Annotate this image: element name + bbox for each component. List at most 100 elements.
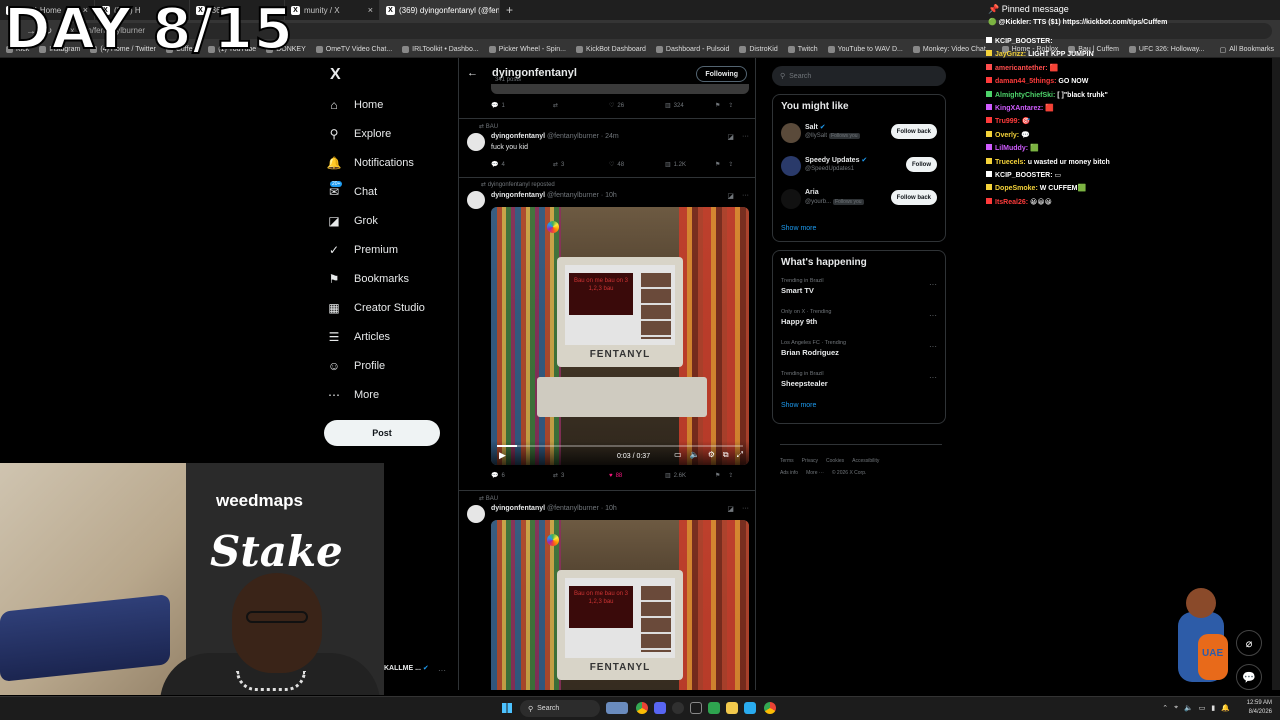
bookmark-item[interactable]: Twitch — [787, 46, 818, 53]
share-icon[interactable]: ⇪ — [728, 161, 733, 168]
follow-suggestion[interactable]: Speedy Updates ✔ @SpeedUpdates1 Follow — [773, 151, 945, 184]
avatar[interactable] — [467, 133, 485, 151]
x-logo-icon[interactable]: X — [330, 66, 341, 84]
footer-link[interactable]: © 2026 X Corp. — [832, 470, 867, 476]
footer-link[interactable]: Terms — [780, 458, 794, 464]
browser-tab[interactable]: Xmunity / X × — [285, 0, 380, 20]
browser-tab[interactable]: X(369) dyingonfentanyl (@fenta× — [380, 0, 500, 20]
fullscreen-icon[interactable]: ⤢ — [737, 450, 743, 460]
bookmark-item[interactable]: OmeTV Video Chat... — [315, 46, 392, 53]
discord-icon[interactable] — [654, 702, 666, 714]
captions-icon[interactable]: ▭ — [674, 450, 682, 460]
tweet-author[interactable]: dyingonfentanyl @fentanylburner · 10h — [491, 505, 617, 512]
post-button[interactable]: Post — [324, 420, 440, 446]
nav-item-chat[interactable]: ✉ 20+ Chat — [326, 177, 466, 206]
video-player[interactable]: Bau on me bau on 3 1,2,3 bau FENTANYL ▶ … — [491, 207, 749, 465]
views-count[interactable]: ▥ 1.2K — [665, 161, 715, 169]
bookmark-icon[interactable]: ⚑ — [715, 102, 720, 109]
settings-icon[interactable]: ⚙ — [708, 450, 715, 460]
follow-button[interactable]: Follow — [906, 157, 937, 172]
following-button[interactable]: Following — [696, 66, 747, 82]
bookmark-item[interactable]: Dashboard - Pulsoid — [655, 46, 729, 53]
like-button[interactable]: ♥ 88 — [609, 473, 665, 479]
bookmark-item[interactable]: Picker Wheel - Spin... — [488, 46, 566, 53]
nav-item-profile[interactable]: ☺ Profile — [326, 352, 466, 381]
telegram-icon[interactable] — [744, 702, 756, 714]
bookmark-item[interactable]: KickBot Dashboard — [576, 46, 646, 53]
tweet[interactable]: ⇄ BAU dyingonfentanyl @fentanylburner · … — [459, 490, 755, 690]
grok-icon[interactable]: ⌀ — [1236, 630, 1262, 656]
system-tray[interactable]: ⌃ ⌖ 🔈 ▭ ▮ 🔔 — [1162, 704, 1230, 712]
chat-username[interactable]: JayGrizz: — [995, 51, 1026, 58]
trend-item[interactable]: Trending in Brazil Smart TV ··· — [773, 274, 945, 305]
nav-item-grok[interactable]: ◪ Grok — [326, 206, 466, 235]
tweet-menu[interactable]: ◪ ··· — [727, 133, 749, 141]
chat-username[interactable]: americantether: — [995, 65, 1048, 72]
tweet-author[interactable]: dyingonfentanyl @fentanylburner · 10h — [491, 192, 617, 199]
chrome-icon[interactable] — [764, 702, 776, 714]
bookmark-item[interactable]: YouTube to WAV D... — [827, 46, 903, 53]
footer-link[interactable]: Privacy — [802, 458, 818, 464]
bookmark-item[interactable]: Monkey: Video Chat... — [912, 46, 992, 53]
bookmark-item[interactable]: IRLToolkit • Dashbo... — [402, 46, 479, 53]
chat-username[interactable]: ItsReal26: — [995, 199, 1028, 206]
nav-item-more[interactable]: ⋯ More — [326, 381, 466, 410]
tweet[interactable]: ⇄ dyingonfentanyl reposted dyingonfentan… — [459, 177, 755, 490]
tweet-author[interactable]: dyingonfentanyl @fentanylburner · 24m — [491, 133, 619, 140]
tweet-menu[interactable]: ◪ ··· — [727, 192, 749, 200]
follow-button[interactable]: Follow back — [890, 190, 937, 205]
reply-button[interactable]: 💬 1 — [491, 102, 553, 110]
follow-button[interactable]: Follow back — [890, 124, 937, 139]
footer-link[interactable]: Accessibility — [852, 458, 879, 464]
avatar[interactable] — [781, 123, 801, 143]
nav-item-home[interactable]: ⌂ Home — [326, 90, 466, 119]
chat-username[interactable]: KCIP_BOOSTER: — [995, 38, 1053, 45]
pip-icon[interactable]: ⧉ — [723, 450, 729, 460]
page-scrollbar[interactable] — [1272, 58, 1280, 690]
previous-post-media[interactable] — [491, 84, 749, 94]
chat-username[interactable]: DopeSmoke: — [995, 185, 1038, 192]
repost-button[interactable]: ⇄ 3 — [553, 472, 609, 480]
more-icon[interactable]: ··· — [438, 666, 446, 675]
chat-username[interactable]: KCIP_BOOSTER: — [995, 172, 1053, 179]
trend-item[interactable]: Only on X · Trending Happy 9th ··· — [773, 305, 945, 336]
footer-link[interactable]: Ads info — [780, 470, 798, 476]
more-icon[interactable]: ··· — [929, 311, 937, 320]
account-label[interactable]: KALLME ... ✔ — [384, 664, 429, 672]
chat-username[interactable]: Truecels: — [995, 159, 1026, 166]
suggestion-name[interactable]: Aria — [805, 189, 819, 196]
footer-link[interactable]: More ··· — [806, 470, 824, 476]
video-progress-bar[interactable] — [497, 445, 743, 447]
like-button[interactable]: ♡ 48 — [609, 161, 665, 169]
play-icon[interactable]: ▶ — [499, 450, 506, 461]
avatar[interactable] — [467, 191, 485, 209]
follow-suggestion[interactable]: Salt ✔ @llySalt Follows you Follow back — [773, 118, 945, 151]
share-icon[interactable]: ⇪ — [728, 102, 733, 109]
chat-username[interactable]: LilMuddy: — [995, 145, 1028, 152]
avatar[interactable] — [781, 189, 801, 209]
repost-button[interactable]: ⇄ — [553, 102, 609, 109]
clock[interactable]: 12:59 AM 8/4/2026 — [1247, 699, 1272, 717]
chat-username[interactable]: AlmightyChiefSki: — [995, 92, 1055, 99]
chrome-icon[interactable] — [636, 702, 648, 714]
all-bookmarks-link[interactable]: ▢ All Bookmarks — [1220, 46, 1274, 54]
terminal-icon[interactable] — [690, 702, 702, 714]
like-button[interactable]: ♡ 26 — [609, 102, 665, 110]
chat-username[interactable]: KingXAntarez: — [995, 105, 1043, 112]
folder-icon[interactable] — [726, 702, 738, 714]
follow-suggestion[interactable]: Aria @yourb... Follows you Follow back — [773, 184, 945, 217]
taskbar-app-icon[interactable] — [708, 702, 720, 714]
show-more-link[interactable]: Show more — [781, 402, 937, 409]
search-input[interactable]: ⚲ Search — [772, 66, 946, 86]
volume-icon[interactable]: 🔈 — [690, 450, 700, 460]
views-count[interactable]: ▥ 2.6K — [665, 472, 715, 480]
bookmark-icon[interactable]: ⚑ — [715, 472, 720, 479]
suggestion-name[interactable]: Speedy Updates ✔ — [805, 156, 867, 164]
bookmark-icon[interactable]: ⚑ — [715, 161, 720, 168]
trend-item[interactable]: Los Angeles FC · Trending Brian Rodrigue… — [773, 336, 945, 367]
footer-link[interactable]: Cookies — [826, 458, 844, 464]
views-count[interactable]: ▥ 324 — [665, 102, 715, 110]
obs-icon[interactable] — [672, 702, 684, 714]
chat-username[interactable]: Overly: — [995, 132, 1019, 139]
bookmark-item[interactable]: DistroKid — [739, 46, 778, 53]
